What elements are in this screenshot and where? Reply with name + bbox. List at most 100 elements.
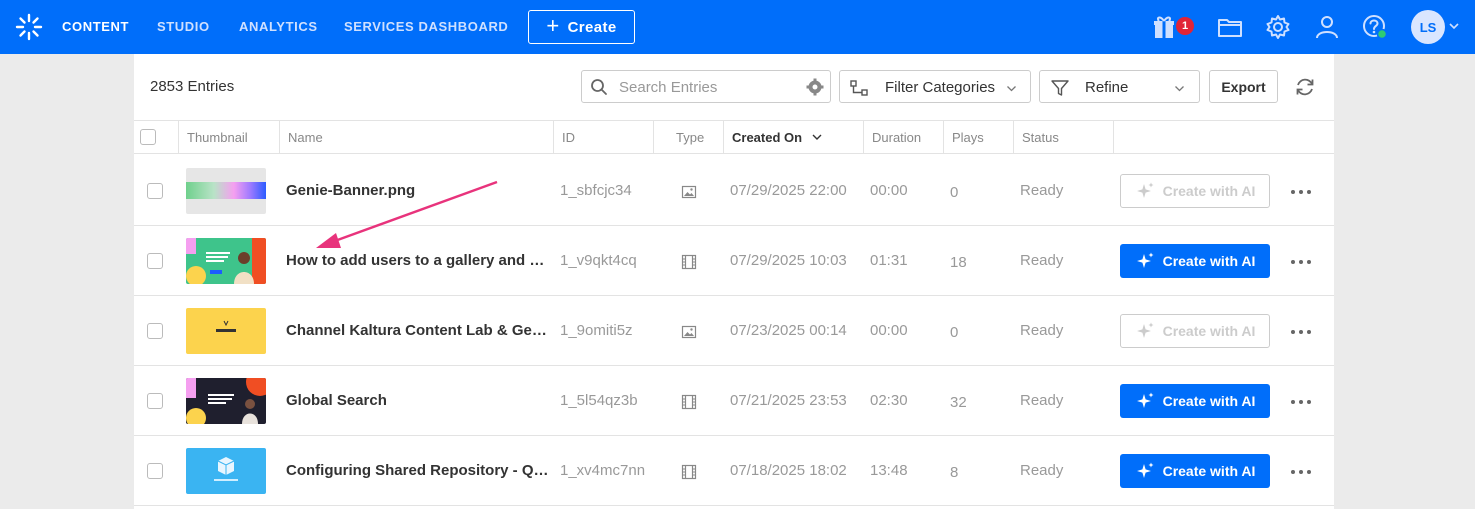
refresh-icon[interactable] [1294,76,1316,98]
notification-badge: 1 [1176,17,1194,35]
entry-duration: 02:30 [870,392,908,409]
select-all-checkbox[interactable] [140,129,156,145]
table-row[interactable]: Global Search 1_5l54qz3b 07/21/2025 23:5… [134,366,1334,436]
gear-icon[interactable] [1264,13,1292,41]
more-options-icon[interactable] [1289,392,1313,412]
video-type-icon [681,394,697,410]
help-icon[interactable] [1361,13,1389,41]
entry-name[interactable]: Channel Kaltura Content Lab & Genie [286,322,551,339]
entry-duration: 13:48 [870,462,908,479]
thumbnail-genie-banner[interactable] [186,168,266,214]
video-type-icon [681,464,697,480]
entry-id: 1_5l54qz3b [560,392,638,409]
top-navigation-bar: CONTENT STUDIO ANALYTICS SERVICES DASHBO… [0,0,1475,54]
entry-plays: 0 [950,184,959,201]
sparkle-icon [1136,182,1154,198]
create-with-ai-button: Create with AI [1120,314,1270,348]
entry-name[interactable]: How to add users to a gallery and set th… [286,252,551,269]
create-with-ai-button: Create with AI [1120,174,1270,208]
avatar[interactable]: LS [1411,10,1445,44]
sparkle-icon [1136,392,1154,408]
nav-studio[interactable]: STUDIO [157,19,210,34]
sort-descending-icon [812,134,822,140]
entry-status: Ready [1020,252,1064,269]
create-with-ai-label: Create with AI [1162,393,1256,409]
column-id[interactable]: ID [553,121,653,154]
column-status[interactable]: Status [1013,121,1113,154]
filter-categories-label: Filter Categories [885,79,996,96]
create-with-ai-label: Create with AI [1162,253,1256,269]
image-type-icon [681,185,697,199]
select-all-cell [134,121,178,154]
create-button-label: Create [567,18,617,36]
table-row[interactable]: Channel Kaltura Content Lab & Genie 1_9o… [134,296,1334,366]
filter-categories-dropdown[interactable]: Filter Categories [839,70,1031,103]
column-type[interactable]: Type [653,121,723,154]
sparkle-icon [1136,462,1154,478]
entry-name[interactable]: Global Search [286,392,551,409]
thumbnail-channel-kaltura[interactable] [186,308,266,354]
chevron-down-icon[interactable] [1448,20,1460,32]
nav-services-dashboard[interactable]: SERVICES DASHBOARD [344,19,508,34]
column-thumbnail: Thumbnail [178,121,279,154]
chevron-down-icon [1007,86,1016,92]
user-icon[interactable] [1313,13,1341,41]
column-created-on-label: Created On [732,130,803,145]
export-button[interactable]: Export [1209,70,1278,103]
create-with-ai-button[interactable]: Create with AI [1120,244,1270,278]
kaltura-logo-icon[interactable] [15,13,43,41]
thumbnail-shared-repository[interactable] [186,448,266,494]
table-row[interactable]: Genie-Banner.png 1_sbfcjc34 07/29/2025 2… [134,156,1334,226]
entry-id: 1_v9qkt4cq [560,252,637,269]
search-settings-gear-icon[interactable] [806,78,824,96]
sparkle-icon [1136,252,1154,268]
folder-icon[interactable] [1216,13,1244,41]
row-checkbox[interactable] [147,253,163,269]
nav-content[interactable]: CONTENT [62,19,129,34]
more-options-icon[interactable] [1289,322,1313,342]
column-name[interactable]: Name [279,121,553,154]
row-checkbox[interactable] [147,183,163,199]
video-type-icon [681,254,697,270]
refine-dropdown[interactable]: Refine [1039,70,1200,103]
table-row[interactable]: How to add users to a gallery and set th… [134,226,1334,296]
column-created-on[interactable]: Created On [723,121,863,154]
create-with-ai-button[interactable]: Create with AI [1120,384,1270,418]
search-box[interactable] [581,70,831,103]
image-type-icon [681,325,697,339]
create-button[interactable]: + Create [528,10,635,44]
column-plays[interactable]: Plays [943,121,1013,154]
create-with-ai-label: Create with AI [1162,183,1256,199]
entry-created-on: 07/18/2025 18:02 [730,462,847,479]
row-checkbox[interactable] [147,393,163,409]
search-input[interactable] [619,76,799,98]
entry-plays: 18 [950,254,967,271]
entry-name[interactable]: Configuring Shared Repository - Quiz [286,462,551,479]
entry-id: 1_xv4mc7nn [560,462,646,479]
entry-name[interactable]: Genie-Banner.png [286,182,551,199]
entry-created-on: 07/29/2025 10:03 [730,252,847,269]
thumbnail-global-search[interactable] [186,378,266,424]
more-options-icon[interactable] [1289,182,1313,202]
categories-tree-icon [850,80,868,96]
create-with-ai-button[interactable]: Create with AI [1120,454,1270,488]
entry-duration: 01:31 [870,252,908,269]
entry-duration: 00:00 [870,182,908,199]
entry-id: 1_9omiti5z [560,322,633,339]
nav-analytics[interactable]: ANALYTICS [239,19,318,34]
entry-created-on: 07/29/2025 22:00 [730,182,847,199]
row-checkbox[interactable] [147,323,163,339]
table-header: Thumbnail Name ID Type Created On Durati… [134,120,1334,154]
thumbnail-how-to-add-users[interactable] [186,238,266,284]
gift-icon[interactable] [1150,13,1178,41]
search-icon [591,79,607,95]
column-actions [1113,121,1334,154]
column-duration[interactable]: Duration [863,121,943,154]
create-with-ai-label: Create with AI [1162,323,1256,339]
table-row[interactable]: Configuring Shared Repository - Quiz 1_x… [134,436,1334,506]
more-options-icon[interactable] [1289,462,1313,482]
entry-created-on: 07/21/2025 23:53 [730,392,847,409]
more-options-icon[interactable] [1289,252,1313,272]
row-checkbox[interactable] [147,463,163,479]
entry-created-on: 07/23/2025 00:14 [730,322,847,339]
